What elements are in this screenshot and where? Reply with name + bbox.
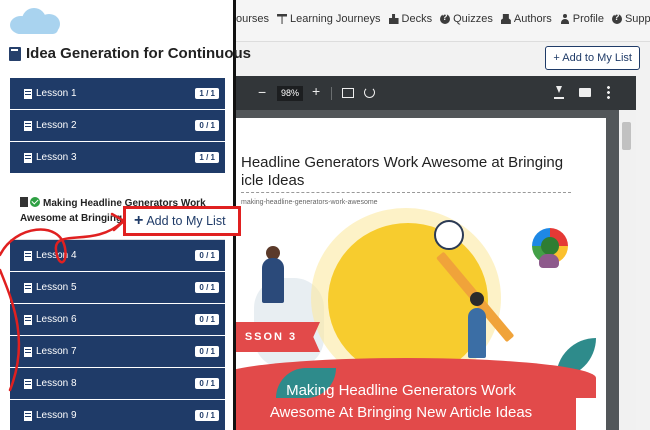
plus-icon: +: [134, 212, 144, 229]
pdf-page: Headline Generators Work Awesome at Brin…: [236, 118, 606, 430]
fit-page-icon[interactable]: [342, 88, 354, 98]
users-icon: [500, 14, 511, 24]
monster-mascot-icon: [539, 254, 559, 268]
lesson-label: Lesson 5: [36, 282, 77, 293]
hero-title-line1: Making Headline Generators Work: [286, 382, 516, 399]
person-right-illustration: [468, 308, 486, 358]
nav-courses-label: ourses: [236, 13, 270, 25]
document-slug: making-headline-generators-work-awesome: [241, 199, 378, 206]
cubes-icon: [388, 14, 399, 24]
nav-quizzes-label: Quizzes: [453, 13, 493, 25]
nav-support[interactable]: Support: [611, 12, 650, 25]
hero-title-line2: Awesome At Bringing New Article Ideas: [269, 404, 533, 421]
rotate-icon[interactable]: [364, 87, 375, 98]
lesson-label: Lesson 3: [36, 152, 77, 163]
lesson-label: Lesson 6: [36, 314, 77, 325]
lesson-icon: [24, 88, 32, 99]
lesson-label: Lesson 9: [36, 410, 77, 421]
lesson-item[interactable]: Lesson 8 0 / 1: [10, 368, 225, 400]
lightbulb-illustration: [328, 223, 488, 378]
pdf-viewer: − 98% + Headline Generators Work Awesome…: [236, 76, 636, 430]
lesson-item[interactable]: Lesson 2 0 / 1: [10, 110, 225, 142]
lesson-icon: [24, 152, 32, 163]
scrollbar-thumb[interactable]: [622, 122, 631, 150]
question-circle-icon: [440, 12, 451, 24]
lesson-progress-badge: 1 / 1: [195, 152, 219, 163]
question-circle-icon: [611, 12, 622, 24]
pen-nib-icon: [434, 220, 464, 250]
lesson-progress-badge: 0 / 1: [195, 410, 219, 421]
lesson-icon: [24, 282, 32, 293]
lesson-icon: [24, 346, 32, 357]
course-title: Idea Generation for Continuous: [9, 45, 251, 62]
signpost-icon: [277, 14, 288, 24]
lesson-label: Lesson 8: [36, 378, 77, 389]
nav-decks-label: Decks: [401, 13, 433, 25]
toolbar-divider: [331, 87, 332, 100]
document-title-line2: icle Ideas: [241, 172, 305, 189]
lesson-label: Lesson 2: [36, 120, 77, 131]
nav-learning-journeys-label: Learning Journeys: [290, 13, 381, 25]
download-icon[interactable]: [554, 86, 564, 99]
lesson-list: Lesson 1 1 / 1 Lesson 2 0 / 1 Lesson 3 1…: [10, 78, 225, 430]
lesson-item[interactable]: Lesson 9 0 / 1: [10, 400, 225, 430]
print-icon[interactable]: [579, 88, 591, 97]
document-title-line1: Headline Generators Work Awesome at Brin…: [241, 154, 564, 171]
lesson-item[interactable]: Lesson 1 1 / 1: [10, 78, 225, 110]
add-to-my-list-callout[interactable]: + Add to My List: [123, 206, 241, 236]
nav-courses[interactable]: ourses: [236, 13, 269, 25]
lesson-label: Lesson 1: [36, 88, 77, 99]
person-left-illustration: [262, 258, 284, 303]
pdf-toolbar: − 98% +: [236, 76, 636, 110]
zoom-out-button[interactable]: −: [258, 85, 266, 99]
course-title-text: Idea Generation for Continuous: [26, 45, 252, 62]
document-title: Headline Generators Work Awesome at Brin…: [241, 154, 581, 190]
zoom-in-button[interactable]: +: [312, 84, 320, 98]
lesson-item[interactable]: Lesson 6 0 / 1: [10, 304, 225, 336]
lesson-label: Lesson 7: [36, 346, 77, 357]
nav-menu: ourses Learning Journeys Decks Quizzes A…: [236, 12, 650, 25]
nav-profile[interactable]: Profile: [560, 13, 604, 25]
lesson-progress-badge: 0 / 1: [195, 346, 219, 357]
lesson-progress-badge: 0 / 1: [195, 282, 219, 293]
lesson-label: Lesson 4: [36, 250, 77, 261]
add-to-my-list-button[interactable]: + Add to My List: [545, 46, 640, 70]
pdf-file-icon: [20, 196, 28, 207]
badge-center: [541, 237, 559, 255]
lesson-icon: [24, 250, 32, 261]
user-icon: [560, 14, 570, 24]
lesson-progress-badge: 1 / 1: [195, 88, 219, 99]
more-options-icon[interactable]: [607, 85, 610, 99]
lesson-progress-badge: 0 / 1: [195, 120, 219, 131]
top-navbar: ourses Learning Journeys Decks Quizzes A…: [236, 0, 650, 42]
lesson-item[interactable]: Lesson 3 1 / 1: [10, 142, 225, 174]
lesson-icon: [24, 410, 32, 421]
nav-authors[interactable]: Authors: [500, 13, 552, 25]
nav-decks[interactable]: Decks: [388, 13, 433, 25]
nav-quizzes[interactable]: Quizzes: [440, 12, 493, 25]
lesson-progress-badge: 0 / 1: [195, 250, 219, 261]
lesson-icon: [24, 120, 32, 131]
check-circle-icon: [30, 196, 40, 207]
nav-learning-journeys[interactable]: Learning Journeys: [277, 13, 381, 25]
callout-label: Add to My List: [146, 214, 226, 228]
nav-authors-label: Authors: [513, 13, 552, 25]
pdf-scrollbar[interactable]: [619, 110, 636, 430]
zoom-level-input[interactable]: 98%: [277, 86, 303, 101]
lesson-ribbon-text: SSON 3: [244, 331, 298, 343]
dashed-divider: [241, 192, 571, 193]
lesson-progress-badge: 0 / 1: [195, 378, 219, 389]
lesson-icon: [24, 378, 32, 389]
site-logo[interactable]: [10, 6, 62, 36]
book-icon: [9, 46, 21, 61]
lesson-item[interactable]: Lesson 4 0 / 1: [10, 240, 225, 272]
lesson-progress-badge: 0 / 1: [195, 314, 219, 325]
app-root: ourses Learning Journeys Decks Quizzes A…: [0, 0, 650, 430]
lesson-item[interactable]: Lesson 7 0 / 1: [10, 336, 225, 368]
person-right-head: [470, 292, 484, 306]
lesson-item[interactable]: Lesson 5 0 / 1: [10, 272, 225, 304]
lesson-icon: [24, 314, 32, 325]
nav-profile-label: Profile: [572, 13, 604, 25]
nav-support-label: Support: [624, 13, 650, 25]
